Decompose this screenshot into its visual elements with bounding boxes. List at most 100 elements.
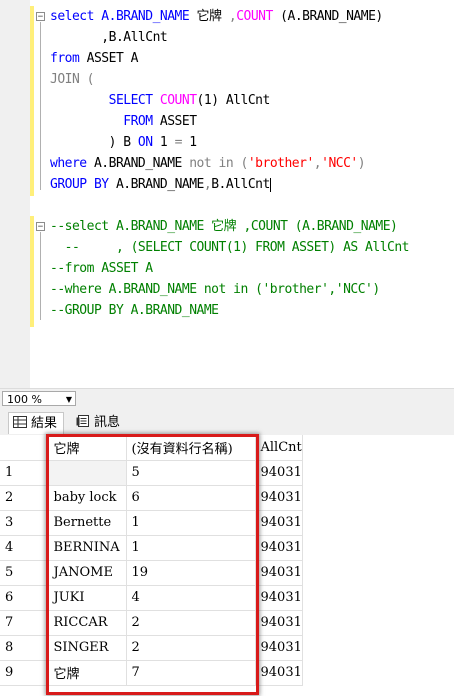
table-cell[interactable]: baby lock — [48, 485, 127, 511]
row-number[interactable]: 5 — [0, 560, 49, 586]
code-token: select A.BRAND_NAME — [50, 9, 197, 24]
table-row[interactable]: 8 SINGER 2 94031 — [0, 635, 303, 661]
comment-line[interactable]: --where A.BRAND_NAME not in ('brother','… — [50, 279, 380, 300]
results-grid[interactable]: 它牌 (沒有資料行名稱) AllCnt 1 5 94031 2 baby lock 6 9… — [0, 435, 454, 696]
code-token: B.AllCnt — [211, 177, 270, 192]
table-cell[interactable]: 94031 — [255, 535, 303, 561]
horizontal-scrollbar[interactable]: 100 % ▼ — [0, 388, 454, 409]
row-number[interactable]: 3 — [0, 510, 49, 536]
query-editor[interactable]: − − select A.BRAND_NAME 它牌 ,COUNT (A.BRA… — [0, 0, 454, 388]
editor-margin — [0, 0, 30, 388]
tab-results[interactable]: 結果 — [8, 412, 65, 434]
fold-guide-line — [40, 232, 41, 320]
code-token: 'NCC' — [321, 156, 358, 171]
comment-line[interactable]: --from ASSET A — [50, 258, 153, 279]
row-number[interactable]: 9 — [0, 660, 49, 686]
code-token: A.BRAND_NAME — [108, 177, 204, 192]
table-cell[interactable]: 94031 — [255, 585, 303, 611]
code-line[interactable]: GROUP BY A.BRAND_NAME,B.AllCnt — [50, 174, 271, 195]
comment-line[interactable]: --select A.BRAND_NAME 它牌 ,COUNT (A.BRAND… — [50, 216, 398, 237]
code-line[interactable]: ) B ON 1 = 1 — [50, 132, 197, 153]
code-line[interactable]: JOIN ( — [50, 69, 94, 90]
table-cell[interactable]: 6 — [126, 485, 256, 511]
table-cell[interactable]: 1 — [126, 535, 256, 561]
code-token: not in — [189, 156, 234, 171]
row-number[interactable]: 1 — [0, 460, 49, 486]
tab-results-label: 結果 — [31, 416, 58, 431]
code-line[interactable]: from ASSET A — [50, 48, 138, 69]
fold-guide-line — [40, 22, 41, 190]
comment-line[interactable]: --GROUP BY A.BRAND_NAME — [50, 300, 219, 321]
table-cell[interactable]: Bernette — [48, 510, 127, 536]
table-cell[interactable]: 94031 — [255, 510, 303, 536]
code-token: JOIN ( — [50, 72, 94, 87]
row-number-header — [0, 435, 49, 461]
code-token: SELECT — [50, 93, 160, 108]
code-token: = — [174, 135, 183, 150]
column-header[interactable]: 它牌 — [48, 435, 127, 461]
row-number[interactable]: 7 — [0, 610, 49, 636]
row-number[interactable]: 8 — [0, 635, 49, 661]
table-cell[interactable]: JUKI — [48, 585, 127, 611]
table-cell[interactable]: 5 — [126, 460, 256, 486]
table-cell[interactable]: JANOME — [48, 560, 127, 586]
table-cell[interactable]: 94031 — [255, 660, 303, 686]
table-row[interactable]: 7 RICCAR 2 94031 — [0, 610, 303, 636]
code-line[interactable]: where A.BRAND_NAME not in ('brother','NC… — [50, 153, 366, 174]
table-row[interactable]: 4 BERNINA 1 94031 — [0, 535, 303, 561]
table-row[interactable]: 6 JUKI 4 94031 — [0, 585, 303, 611]
table-cell[interactable] — [48, 460, 127, 486]
code-line[interactable]: SELECT COUNT(1) AllCnt — [50, 90, 271, 111]
code-line[interactable]: select A.BRAND_NAME 它牌 ,COUNT (A.BRAND_N… — [50, 6, 383, 27]
collapse-toggle-icon[interactable]: − — [36, 12, 45, 22]
column-header[interactable]: (沒有資料行名稱) — [126, 435, 256, 461]
table-cell[interactable]: 7 — [126, 660, 256, 686]
column-header[interactable]: AllCnt — [255, 435, 303, 461]
table-cell[interactable]: 它牌 — [48, 660, 127, 686]
table-row[interactable]: 3 Bernette 1 94031 — [0, 510, 303, 536]
table-cell[interactable]: 94031 — [255, 610, 303, 636]
table-cell[interactable]: SINGER — [48, 635, 127, 661]
zoom-value: 100 % — [7, 393, 42, 406]
code-token: COUNT — [159, 93, 197, 108]
code-token: (1) AllCnt — [196, 93, 271, 108]
table-row[interactable]: 2 baby lock 6 94031 — [0, 485, 303, 511]
row-number[interactable]: 4 — [0, 535, 49, 561]
table-cell[interactable]: 19 — [126, 560, 256, 586]
chevron-down-icon: ▼ — [65, 395, 72, 404]
change-marker — [30, 6, 34, 196]
messages-icon — [76, 413, 90, 427]
code-token: ) — [357, 156, 366, 171]
table-cell[interactable]: BERNINA — [48, 535, 127, 561]
row-number[interactable]: 2 — [0, 485, 49, 511]
code-token: ,B.AllCnt — [50, 30, 168, 45]
code-line[interactable]: FROM ASSET — [50, 111, 197, 132]
table-row[interactable]: 1 5 94031 — [0, 460, 303, 486]
text-cursor — [269, 177, 271, 192]
table-cell[interactable]: 94031 — [255, 635, 303, 661]
code-line[interactable]: ,B.AllCnt — [50, 27, 167, 48]
code-token: 它牌 — [196, 9, 229, 24]
table-row[interactable]: 9 它牌 7 94031 — [0, 660, 303, 686]
grid-icon — [13, 414, 27, 428]
code-token: FROM — [50, 114, 153, 129]
table-cell[interactable]: 4 — [126, 585, 256, 611]
code-token: (A.BRAND_NAME) — [272, 9, 383, 24]
table-cell[interactable]: 94031 — [255, 560, 303, 586]
code-token: from — [50, 51, 80, 66]
change-marker — [30, 216, 34, 327]
zoom-select[interactable]: 100 % ▼ — [2, 391, 76, 406]
table-cell[interactable]: 94031 — [255, 460, 303, 486]
table-row[interactable]: 5 JANOME 19 94031 — [0, 560, 303, 586]
comment-line[interactable]: -- , (SELECT COUNT(1) FROM ASSET) AS All… — [50, 237, 410, 258]
tab-messages[interactable]: 訊息 — [72, 412, 126, 434]
collapse-toggle-icon[interactable]: − — [36, 222, 45, 232]
tab-messages-label: 訊息 — [94, 415, 121, 430]
table-cell[interactable]: 2 — [126, 610, 256, 636]
table-cell[interactable]: 2 — [126, 635, 256, 661]
table-cell[interactable]: 1 — [126, 510, 256, 536]
row-number[interactable]: 6 — [0, 585, 49, 611]
code-token: ASSET A — [79, 51, 139, 66]
table-cell[interactable]: 94031 — [255, 485, 303, 511]
table-cell[interactable]: RICCAR — [48, 610, 127, 636]
